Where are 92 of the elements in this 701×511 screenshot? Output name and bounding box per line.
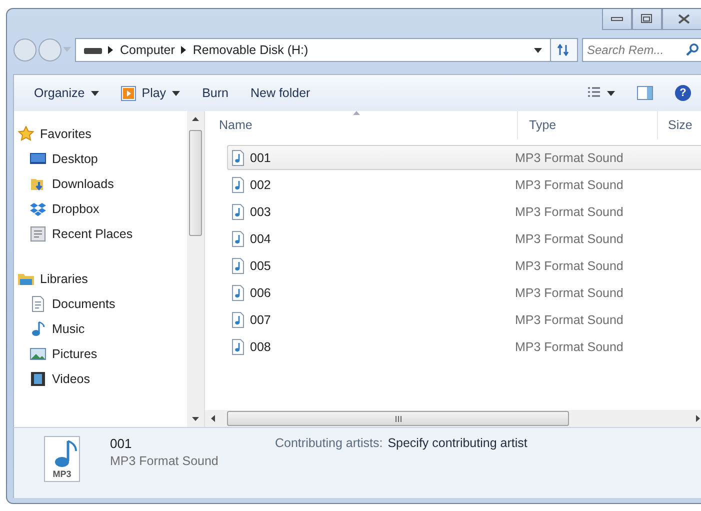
maximize-button[interactable] [632,9,662,30]
audio-file-icon [231,204,245,220]
audio-file-icon [231,312,245,328]
file-type: MP3 Format Sound [515,150,624,164]
dropdown-icon [172,90,180,96]
file-name: 001 [250,150,271,164]
sidebar-group[interactable]: Favorites [18,121,187,146]
music-note-icon [30,320,46,336]
dropdown-icon [90,90,99,96]
column-header[interactable]: Name [205,111,518,139]
refresh-arrows-icon[interactable] [557,44,571,56]
file-type: MP3 Format Sound [515,258,624,272]
file-type-label: MP3 [52,469,72,479]
star-icon [18,126,34,142]
maximize-icon[interactable] [641,14,653,24]
breadcrumb[interactable]: Removable Disk (H:) [192,43,308,57]
sidebar-item[interactable]: Videos [18,366,187,391]
breadcrumb[interactable]: Computer [120,43,175,57]
sort-arrow-icon [353,111,360,115]
audio-file-icon [231,176,245,192]
horizontal-scrollbar[interactable] [205,410,701,427]
help-button[interactable]: ? [669,81,697,105]
file-name: 001 [110,436,133,451]
file-name: 003 [250,204,271,218]
document-icon [30,226,46,242]
file-row[interactable]: 008 MP3 Format Sound [227,334,701,359]
file-type: MP3 Format Sound [515,178,624,192]
minimize-button[interactable] [602,9,632,30]
column-header[interactable]: Type [518,111,658,139]
toolbar-button[interactable]: New folder [244,82,316,104]
file-row[interactable]: 003 MP3 Format Sound [227,199,701,224]
close-icon[interactable] [678,14,690,24]
sidebar-item[interactable]: Documents [18,291,187,316]
file-row[interactable]: 007 MP3 Format Sound [227,307,701,332]
file-row[interactable]: 004 MP3 Format Sound [227,226,701,251]
address-bar[interactable]: Computer Removable Disk (H:) [75,38,551,62]
menu-button[interactable]: Organize [28,82,105,104]
field-label: Contributing artists: [275,436,383,450]
monitor-icon [30,150,46,166]
file-type: MP3 Format Sound [110,454,220,468]
audio-file-icon [231,258,245,274]
document-icon [30,296,46,312]
audio-file-icon [231,338,245,354]
sidebar-item[interactable]: Music [18,316,187,341]
sidebar-item[interactable]: Downloads [18,171,187,196]
sidebar-group[interactable]: Libraries [18,266,187,291]
column-header[interactable]: Size [658,111,701,139]
close-button[interactable] [662,9,701,30]
breadcrumb-arrow-icon[interactable] [108,46,114,54]
grip-icon [394,416,402,422]
pane-icon [637,86,653,100]
audio-file-icon [231,150,245,166]
file-row[interactable]: 002 MP3 Format Sound [227,172,701,197]
sidebar-item[interactable]: Recent Places [18,221,187,246]
file-name: 004 [250,232,271,246]
file-name: 006 [250,286,271,300]
refresh-button[interactable] [550,38,578,62]
search-field[interactable]: Search Rem... [582,38,701,62]
file-row[interactable]: 006 MP3 Format Sound [227,280,701,305]
sidebar-item[interactable]: Pictures [18,341,187,366]
file-row[interactable]: 005 MP3 Format Sound [227,253,701,278]
minimize-icon[interactable] [611,16,623,22]
file-name: 005 [250,258,271,272]
dropdown-icon[interactable] [534,48,542,52]
box-icon [30,200,46,216]
toolbar-button[interactable]: Burn [196,82,234,104]
audio-file-icon [231,230,245,246]
audio-file-icon [231,284,245,300]
file-name: 007 [250,312,271,326]
file-type: MP3 Format Sound [515,340,624,354]
search-icon[interactable] [686,43,699,56]
picture-icon [30,346,46,362]
file-row[interactable]: 001 MP3 Format Sound [227,145,701,170]
dropdown-icon [607,90,615,96]
sidebar-item[interactable]: Dropbox [18,196,187,221]
file-name: 002 [250,178,271,192]
file-type: MP3 Format Sound [515,232,624,246]
sidebar-item[interactable]: Desktop [18,146,187,171]
scroll-thumb[interactable] [189,130,202,236]
drive-icon [84,45,102,55]
file-name: 008 [250,340,271,354]
field-value[interactable]: Specify contributing artist [388,436,528,450]
breadcrumb-arrow-icon[interactable] [180,46,187,54]
scroll-thumb[interactable] [227,411,569,426]
play-icon [120,86,136,100]
file-type: MP3 Format Sound [515,204,624,218]
film-icon [30,370,46,386]
file-type: MP3 Format Sound [515,312,624,326]
file-type: MP3 Format Sound [515,286,624,300]
menu-button[interactable]: Play [114,82,186,104]
vertical-scrollbar[interactable] [187,111,205,427]
list-view-icon [587,87,601,99]
